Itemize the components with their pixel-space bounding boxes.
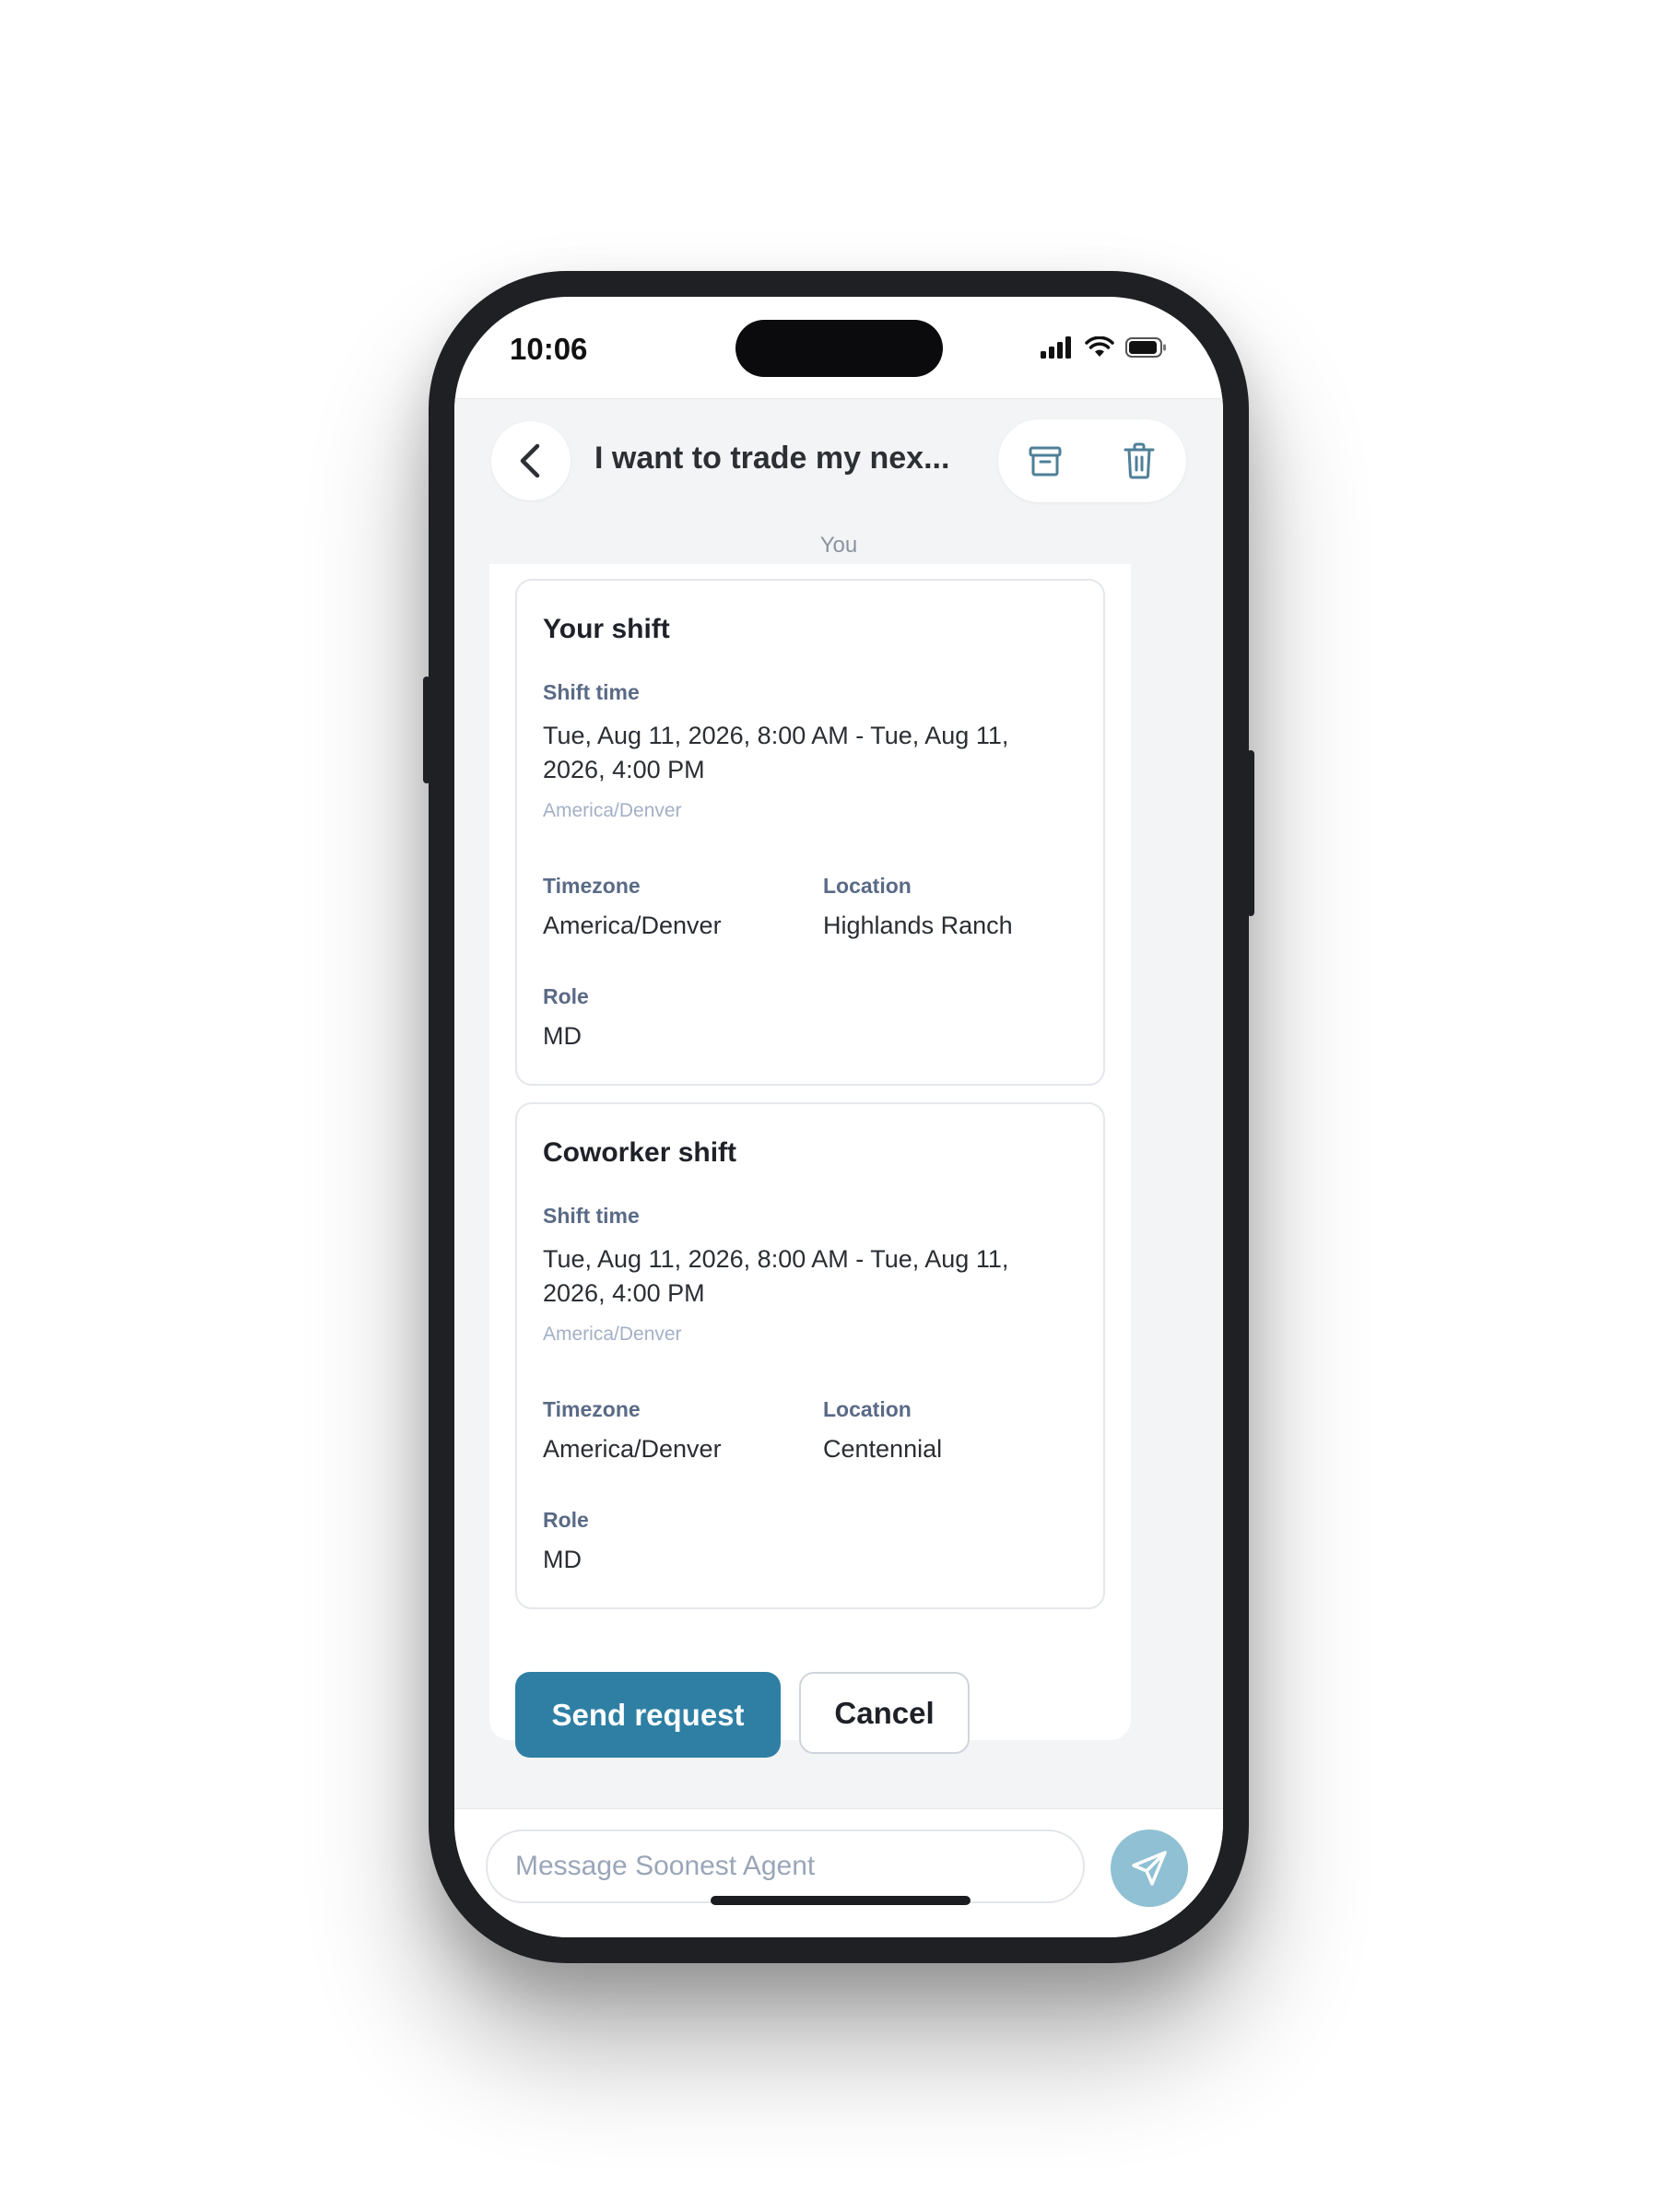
timezone-label: Timezone	[543, 1397, 641, 1421]
header-actions	[998, 419, 1186, 502]
shift-time-value-line1: Tue, Aug 11, 2026, 8:00 AM - Tue, Aug 11…	[543, 1245, 1009, 1273]
card-title: Coworker shift	[543, 1137, 737, 1168]
conversation-title: I want to trade my nex...	[594, 441, 950, 476]
role-value: MD	[543, 1546, 582, 1573]
shift-time-timezone: America/Denver	[543, 1324, 682, 1345]
phone-frame: 10:06 I want to trade my nex... You Your…	[423, 271, 1254, 1963]
timezone-value: America/Denver	[543, 912, 722, 939]
chevron-left-icon	[520, 443, 540, 478]
wifi-icon	[1085, 336, 1114, 357]
chat-area[interactable]: You Your shift Shift time Tue, Aug 11, 2…	[454, 522, 1223, 1808]
conversation-header: I want to trade my nex...	[454, 398, 1223, 523]
role-label: Role	[543, 984, 589, 1008]
battery-icon	[1125, 337, 1166, 358]
message-composer	[454, 1808, 1223, 1937]
shift-time-label: Shift time	[543, 1204, 640, 1228]
power-button	[1247, 750, 1254, 916]
dynamic-island	[735, 320, 943, 377]
role-label: Role	[543, 1508, 589, 1532]
cancel-button[interactable]: Cancel	[799, 1672, 970, 1754]
card-title: Your shift	[543, 614, 670, 644]
status-icons	[1041, 336, 1168, 359]
shift-time-label: Shift time	[543, 680, 640, 704]
your-shift-card: Your shift Shift time Tue, Aug 11, 2026,…	[515, 579, 1105, 1086]
send-icon	[1132, 1851, 1167, 1886]
location-label: Location	[823, 874, 912, 898]
shift-time-value-line2: 2026, 4:00 PM	[543, 756, 705, 783]
location-label: Location	[823, 1397, 912, 1421]
sender-label: You	[819, 533, 858, 558]
location-value: Centennial	[823, 1435, 943, 1463]
message-input[interactable]	[486, 1830, 1085, 1903]
status-time: 10:06	[510, 332, 588, 366]
signal-icon	[1041, 336, 1071, 359]
trash-icon	[1124, 442, 1155, 479]
home-indicator[interactable]	[711, 1896, 971, 1905]
location-value: Highlands Ranch	[823, 912, 1013, 939]
shift-time-timezone: America/Denver	[543, 800, 682, 821]
volume-button	[423, 677, 430, 783]
archive-icon	[1029, 446, 1062, 477]
timezone-value: America/Denver	[543, 1435, 722, 1463]
archive-button[interactable]	[1013, 429, 1077, 493]
status-bar: 10:06	[454, 297, 1223, 398]
coworker-shift-card: Coworker shift Shift time Tue, Aug 11, 2…	[515, 1102, 1105, 1609]
send-button[interactable]	[1111, 1830, 1188, 1907]
send-request-button[interactable]: Send request	[515, 1672, 781, 1758]
screen: 10:06 I want to trade my nex... You Your…	[454, 297, 1223, 1937]
shift-time-value-line2: 2026, 4:00 PM	[543, 1279, 705, 1307]
timezone-label: Timezone	[543, 874, 641, 898]
message-bubble: Your shift Shift time Tue, Aug 11, 2026,…	[489, 564, 1131, 1758]
back-button[interactable]	[491, 421, 571, 500]
shift-time-value-line1: Tue, Aug 11, 2026, 8:00 AM - Tue, Aug 11…	[543, 722, 1009, 749]
delete-button[interactable]	[1107, 429, 1171, 493]
role-value: MD	[543, 1022, 582, 1050]
